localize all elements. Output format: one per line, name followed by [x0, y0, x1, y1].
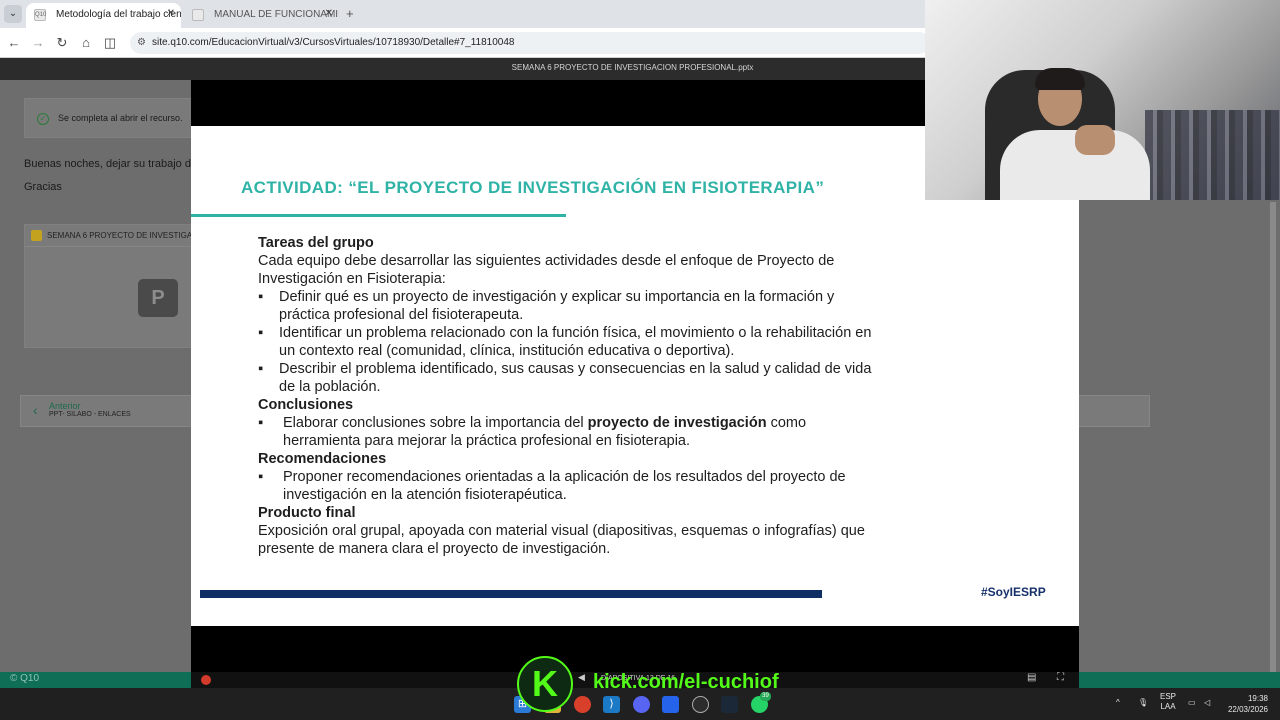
tab-manual[interactable]: MANUAL DE FUNCIONAMIENTO ✕	[184, 3, 339, 28]
previous-link[interactable]: Anterior	[49, 401, 81, 411]
chevron-left-icon[interactable]: ‹	[33, 402, 38, 418]
page-scrollbar[interactable]	[1270, 202, 1276, 672]
steam-icon[interactable]	[721, 696, 738, 713]
tab-metodologia[interactable]: Q10 Metodología del trabajo científico ✕	[26, 3, 181, 28]
webcam-person-hair	[1035, 68, 1085, 90]
discord-icon[interactable]	[633, 696, 650, 713]
presentation-icon: P	[138, 279, 178, 317]
back-icon[interactable]: ←	[6, 35, 22, 50]
tab-title: MANUAL DE FUNCIONAMIENTO	[214, 9, 339, 20]
title-underline	[191, 214, 566, 217]
tab-close-icon[interactable]: ✕	[325, 8, 333, 19]
teacher-message: Buenas noches, dejar su trabajo de	[24, 158, 198, 170]
input-language[interactable]: ESP LAA	[1160, 692, 1176, 712]
url-bar[interactable]: ⚙ site.q10.com/EducacionVirtual/v3/Curso…	[130, 32, 930, 54]
recommendations-heading: Recomendaciones	[258, 451, 387, 467]
split-view-icon[interactable]: ◫	[102, 35, 118, 51]
webcam-person-hand	[1075, 125, 1115, 155]
recommendation-item: Proponer recomendaciones orientadas a la…	[258, 468, 878, 504]
chrome-icon[interactable]	[574, 696, 591, 713]
new-tab-icon[interactable]: +	[346, 6, 354, 21]
conclusion-emphasis: proyecto de investigación	[587, 415, 767, 431]
network-icon[interactable]: ▭	[1188, 698, 1196, 708]
volume-icon[interactable]: ◁	[1204, 698, 1210, 708]
previous-slide-icon[interactable]: ◀	[578, 672, 585, 683]
site-info-icon[interactable]: ⚙	[137, 37, 146, 48]
fullscreen-icon[interactable]: ⛶	[1057, 672, 1064, 683]
tab-close-icon[interactable]: ✕	[167, 8, 175, 19]
keyboard-layout: LAA	[1160, 702, 1176, 711]
slide-title: ACTIVIDAD: “EL PROYECTO DE INVESTIGACIÓN…	[241, 178, 825, 197]
vscode-icon[interactable]: ⟩	[603, 696, 620, 713]
resource-title: SEMANA 6 PROYECTO DE INVESTIGAC	[47, 231, 195, 240]
webcam-background	[1145, 110, 1280, 200]
tab-title: Metodología del trabajo científico	[56, 9, 181, 20]
task-item: Definir qué es un proyecto de investigac…	[258, 288, 878, 324]
webcam-overlay	[925, 0, 1280, 200]
powerpoint-file-icon	[31, 230, 42, 241]
completion-note: Se completa al abrir el recurso.	[58, 113, 183, 123]
app-icon[interactable]	[662, 696, 679, 713]
tab-search-icon[interactable]: ⌄	[4, 5, 22, 23]
conclusion-text: Elaborar conclusiones sobre la importanc…	[283, 415, 588, 431]
resource-header: SEMANA 6 PROYECTO DE INVESTIGAC	[25, 225, 195, 247]
resource-card[interactable]: SEMANA 6 PROYECTO DE INVESTIGAC P	[24, 224, 195, 348]
url-text: site.q10.com/EducacionVirtual/v3/CursosV…	[152, 37, 515, 48]
task-item: Identificar un problema relacionado con …	[258, 324, 878, 360]
check-circle-icon: ✓	[37, 113, 49, 125]
slide-body: Tareas del grupo Cada equipo debe desarr…	[258, 234, 878, 558]
slide-bottom-bar	[200, 590, 822, 598]
microphone-icon[interactable]: 🎙	[1138, 698, 1148, 708]
obs-icon[interactable]	[692, 696, 709, 713]
system-clock[interactable]: 19:38 22/03/2026	[1226, 693, 1268, 715]
previous-item-title[interactable]: PPT- SILABO - ENLACES	[49, 411, 131, 418]
home-icon[interactable]: ⌂	[78, 35, 94, 50]
page-favicon-icon	[192, 9, 204, 21]
footer-copyright: © Q10	[10, 673, 40, 684]
forward-icon[interactable]: →	[30, 35, 46, 50]
kick-logo-icon: K	[517, 656, 573, 712]
tasks-intro: Cada equipo debe desarrollar las siguien…	[258, 253, 835, 287]
slide: ACTIVIDAD: “EL PROYECTO DE INVESTIGACIÓN…	[191, 126, 1079, 626]
conclusion-item: Elaborar conclusiones sobre la importanc…	[258, 414, 878, 450]
viewer-title-bar: SEMANA 6 PROYECTO DE INVESTIGACION PROFE…	[0, 58, 925, 80]
conclusions-heading: Conclusiones	[258, 397, 354, 413]
viewer-file-title: SEMANA 6 PROYECTO DE INVESTIGACION PROFE…	[511, 63, 754, 72]
layout-icon[interactable]: ▤	[1027, 672, 1036, 683]
tray-chevron-icon[interactable]: ^	[1116, 698, 1120, 708]
clock-date: 22/03/2026	[1227, 705, 1268, 714]
task-item: Describir el problema identificado, sus …	[258, 360, 878, 396]
reload-icon[interactable]: ↻	[54, 35, 70, 51]
slide-hashtag: #SoyIESRP	[981, 585, 1046, 599]
clock-time: 19:38	[1247, 694, 1268, 703]
kick-channel-url: kick.com/el-cuchiof	[593, 671, 779, 693]
language-code: ESP	[1160, 692, 1177, 701]
product-heading: Producto final	[258, 505, 356, 521]
q10-favicon-icon: Q10	[34, 9, 46, 21]
teacher-message-thanks: Gracias	[24, 181, 62, 193]
product-text: Exposición oral grupal, apoyada con mate…	[258, 523, 865, 557]
record-icon[interactable]	[201, 675, 211, 685]
tasks-heading: Tareas del grupo	[258, 235, 374, 251]
